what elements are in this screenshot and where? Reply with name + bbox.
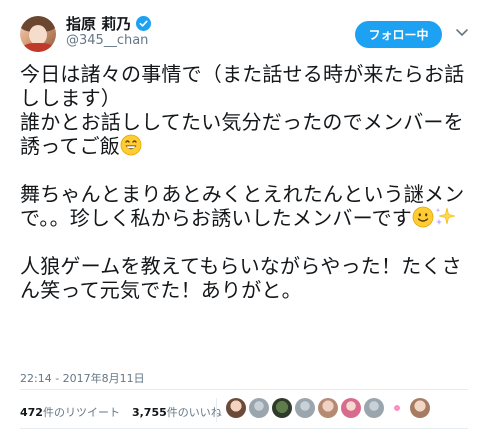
- avatar-shirt: [22, 43, 54, 52]
- grinning-face-emoji-icon: [120, 134, 142, 156]
- profile-avatar[interactable]: [20, 16, 56, 52]
- divider: [20, 428, 468, 429]
- tweet-paragraph-3: 舞ちゃんとまりあとみくとえれたんという謎メンで。。珍しく私からお誘いしたメンバー…: [20, 182, 465, 230]
- liker-avatar[interactable]: [249, 398, 269, 418]
- liker-avatar[interactable]: [272, 398, 292, 418]
- smiling-face-emoji-icon: [412, 206, 434, 228]
- liker-avatar[interactable]: [226, 398, 246, 418]
- likes-stat[interactable]: 3,755件のいいね: [132, 404, 222, 420]
- liker-avatar[interactable]: [387, 398, 407, 418]
- retweets-stat[interactable]: 472件のリツイート: [20, 404, 120, 420]
- retweets-count: 472: [20, 406, 43, 419]
- sparkles-emoji-icon: [435, 207, 456, 225]
- tweet-paragraph-2: 誰かとお話ししてたい気分だったのでメンバーを誘ってご飯: [20, 110, 464, 158]
- likers-avatar-row: [226, 398, 430, 418]
- liker-avatar[interactable]: [410, 398, 430, 418]
- stats-separator: [216, 398, 217, 422]
- tweet-timestamp[interactable]: 22:14 - 2017年8月11日: [20, 370, 145, 386]
- liker-avatar[interactable]: [341, 398, 361, 418]
- likes-label: 件のいいね: [166, 406, 222, 419]
- likes-count: 3,755: [131, 406, 167, 419]
- liker-avatar[interactable]: [295, 398, 315, 418]
- verified-badge-icon: [136, 16, 152, 31]
- tweet-paragraph-4: 人狼ゲームを教えてもらいながらやった！たくさん笑って元気でた！ありがと。: [20, 254, 462, 302]
- tweet-text: 今日は諸々の事情で（また話せる時が来たらお話しします） 誰かとお話ししてたい気分…: [20, 62, 472, 302]
- tweet-paragraph-1: 今日は諸々の事情で（また話せる時が来たらお話しします）: [20, 62, 465, 110]
- author-name-row[interactable]: 指原 莉乃: [66, 13, 152, 34]
- author-handle[interactable]: @345__chan: [66, 33, 148, 48]
- liker-avatar[interactable]: [364, 398, 384, 418]
- chevron-down-icon[interactable]: [455, 28, 469, 38]
- liker-avatar[interactable]: [318, 398, 338, 418]
- display-name[interactable]: 指原 莉乃: [66, 13, 131, 34]
- divider: [20, 389, 468, 390]
- retweets-label: 件のリツイート: [42, 406, 120, 419]
- following-button[interactable]: フォロー中: [355, 21, 442, 48]
- avatar-face: [29, 25, 47, 45]
- engagement-stats: 472件のリツイート 3,755件のいいね: [20, 404, 222, 420]
